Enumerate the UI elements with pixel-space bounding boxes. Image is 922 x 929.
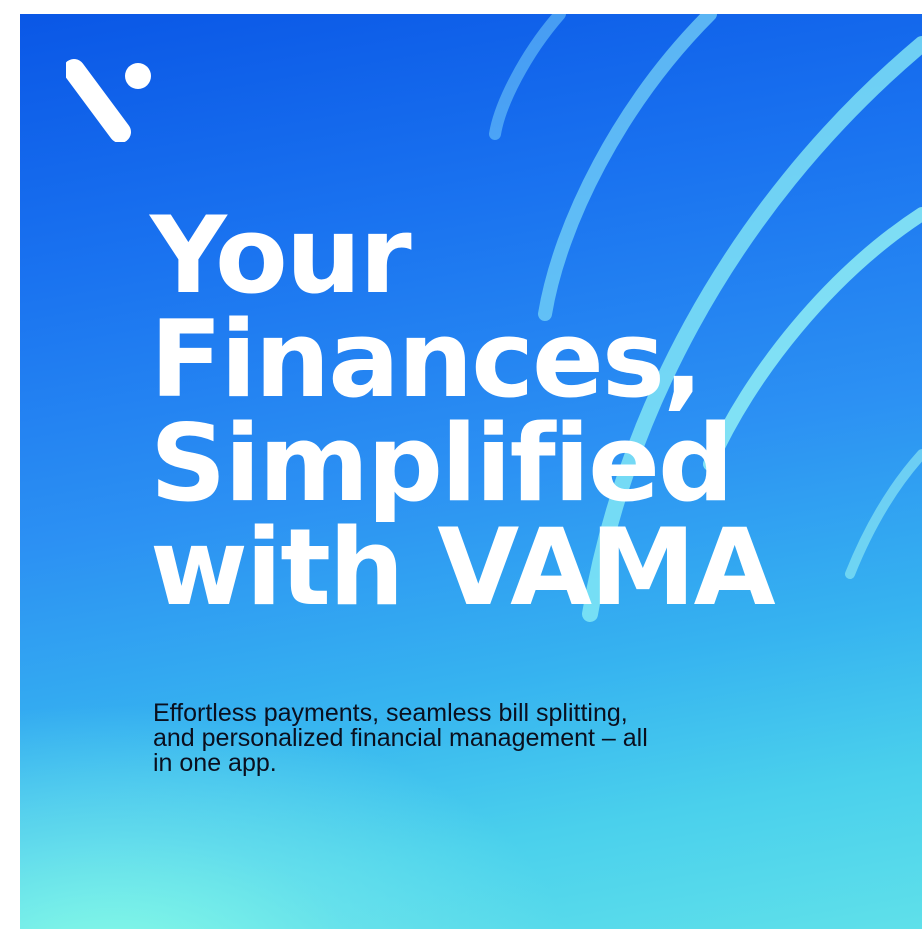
- promo-banner: Your Finances, Simplified with VAMA Effo…: [20, 14, 922, 929]
- headline-line-3: Simplified: [150, 401, 734, 525]
- subtitle: Effortless payments, seamless bill split…: [153, 699, 648, 777]
- arc-1: [489, 14, 566, 140]
- arc-5: [845, 449, 922, 579]
- headline-line-2: Finances,: [150, 297, 703, 421]
- headline-line-4: with VAMA: [150, 505, 776, 629]
- headline-line-1: Your: [150, 194, 412, 317]
- vama-logo-icon: [66, 59, 151, 142]
- headline: Your Finances, Simplified with VAMA: [150, 194, 776, 629]
